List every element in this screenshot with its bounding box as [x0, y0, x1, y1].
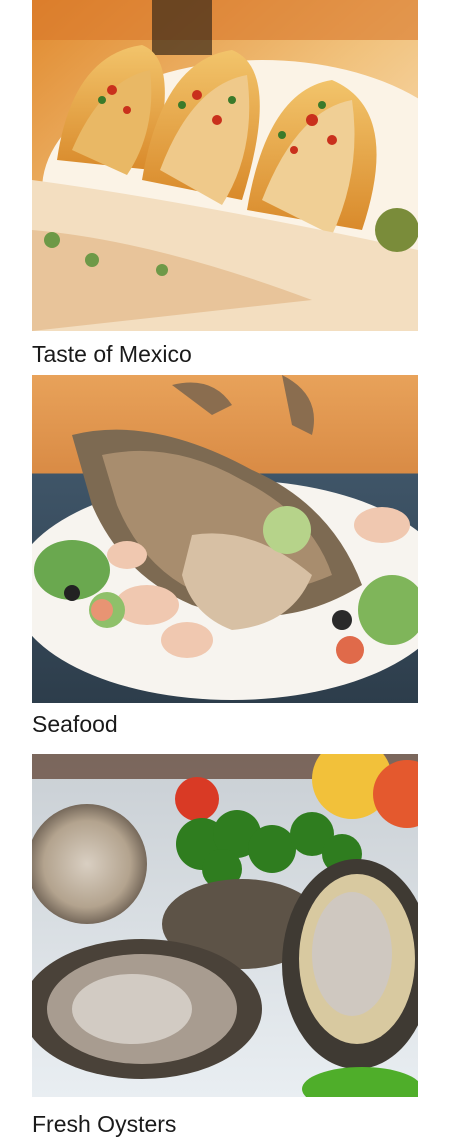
caption-fresh-oysters: Fresh Oysters — [32, 1111, 177, 1137]
tacos-photo — [32, 0, 418, 331]
caption-taste-of-mexico: Taste of Mexico — [32, 341, 192, 367]
oysters-on-ice-photo — [32, 754, 418, 1097]
seafood-platter-photo — [32, 375, 418, 703]
caption-seafood: Seafood — [32, 711, 118, 737]
